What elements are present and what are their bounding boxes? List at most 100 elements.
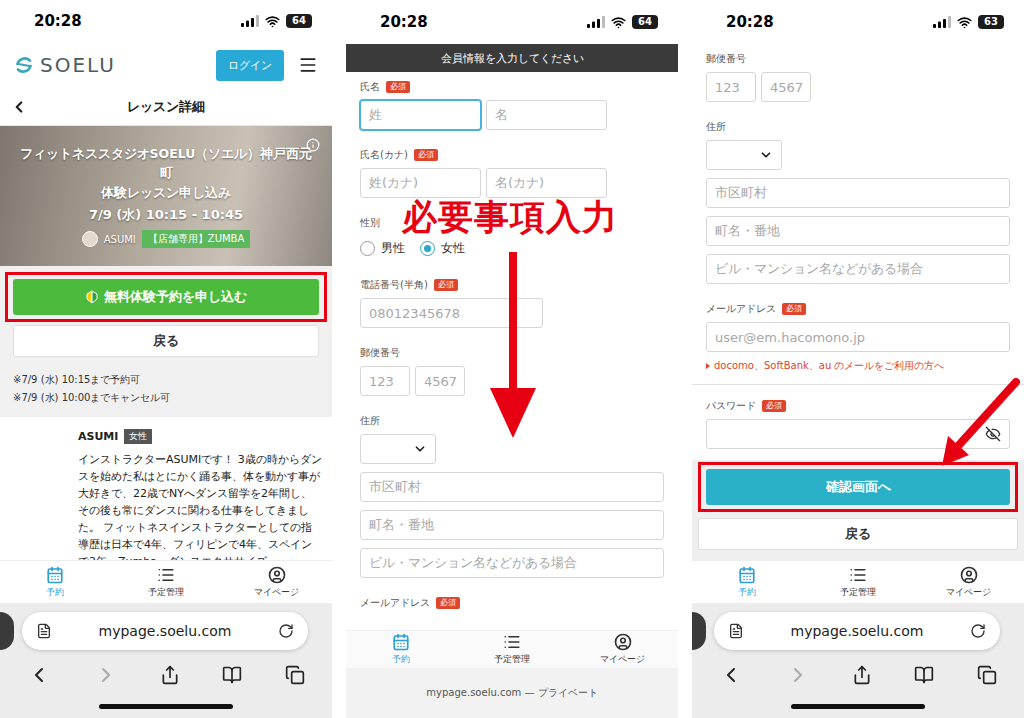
mail-note-link[interactable]: docomo、SoftBank、au のメールをご利用の方へ: [706, 358, 1010, 374]
text-input[interactable]: user@em.hacomono.jp: [706, 322, 1010, 352]
tab-item[interactable]: 予約: [692, 561, 803, 603]
required-badge: 必須: [434, 279, 458, 291]
text-input[interactable]: 町名・番地: [706, 216, 1010, 246]
text-input[interactable]: 町名・番地: [360, 510, 664, 540]
site-header: SOELU ログイン: [0, 42, 332, 88]
reserve-button[interactable]: 無料体験予約を申し込む: [13, 279, 319, 315]
tab-item[interactable]: マイページ: [567, 631, 678, 668]
wifi-icon: [611, 15, 626, 30]
back-icon: [27, 663, 51, 687]
list-icon: [503, 633, 521, 651]
field-label: 氏名必須: [360, 80, 664, 94]
form-field: メールアドレス必須user@em.hacomono.jpdocomo、SoftB…: [692, 294, 1024, 385]
calendar-icon: [46, 566, 64, 584]
user-icon: [268, 566, 286, 584]
tab-item[interactable]: 予定管理: [111, 561, 222, 603]
tab-item[interactable]: マイページ: [913, 561, 1024, 603]
tab-item[interactable]: 予定管理: [803, 561, 914, 603]
page-icon: [36, 623, 52, 639]
previous-tab: [0, 612, 14, 650]
profile-bio: インストラクターASUMIです！ 3歳の時からダンスを始めた私はとにかく踊る事、…: [78, 451, 322, 560]
form-field: メールアドレス必須: [360, 588, 664, 620]
calendar-icon: [392, 633, 410, 651]
beginner-mark-icon: [86, 290, 98, 304]
chevron-down-icon: [759, 148, 773, 162]
text-input[interactable]: ビル・マンション名などがある場合: [706, 254, 1010, 284]
text-input[interactable]: 123: [360, 366, 410, 396]
tab-item[interactable]: 予定管理: [457, 631, 568, 668]
forward-icon: [786, 663, 810, 687]
home-indicator: [791, 704, 925, 709]
back-button[interactable]: 戻る: [698, 518, 1018, 550]
user-icon: [960, 566, 978, 584]
highlight-frame: 無料体験予約を申し込む: [5, 272, 327, 322]
tab-bar: 予約予定管理マイページ: [0, 560, 332, 603]
text-input[interactable]: 市区町村: [360, 472, 664, 502]
lesson-hero: フィットネススタジオSOELU（ソエル）神戸西元町体験レッスン申し込み7/9 (…: [0, 126, 332, 266]
tab-item[interactable]: マイページ: [221, 561, 332, 603]
info-icon[interactable]: [306, 138, 320, 152]
radio-option[interactable]: 女性: [420, 240, 465, 257]
radio-button[interactable]: [360, 241, 375, 256]
login-button[interactable]: ログイン: [216, 50, 284, 81]
radio-option[interactable]: 男性: [360, 240, 405, 257]
form-field: 郵便番号1234567: [706, 44, 1010, 112]
clock: 20:28: [380, 13, 428, 31]
lesson-date: 7/9 (水) 10:15 - 10:45: [89, 206, 243, 224]
reload-icon: [970, 623, 986, 639]
text-input[interactable]: 姓(カナ): [360, 168, 481, 198]
browser-toolbar: [692, 655, 1024, 695]
instructor-profile: ASUMI女性インストラクターASUMIです！ 3歳の時からダンスを始めた私はと…: [0, 417, 332, 560]
previous-tab: [692, 612, 706, 650]
bookmarks-icon: [914, 665, 934, 685]
list-icon: [849, 566, 867, 584]
required-badge: 必須: [762, 400, 786, 412]
text-input[interactable]: 4567: [761, 72, 811, 102]
back-button[interactable]: 戻る: [13, 325, 319, 357]
back-chevron-icon[interactable]: [10, 98, 28, 116]
text-input[interactable]: 姓: [360, 100, 481, 130]
text-input[interactable]: ビル・マンション名などがある場合: [360, 548, 664, 578]
share-icon: [160, 665, 180, 685]
page-title: レッスン詳細: [40, 98, 292, 116]
down-arrow-icon: [490, 252, 536, 438]
address-bar[interactable]: mypage.soelu.com: [714, 612, 1000, 650]
browser-bar: mypage.soelu.com: [692, 603, 1024, 718]
field-label: メールアドレス必須: [360, 596, 664, 610]
form-field: 住所市区町村町名・番地ビル・マンション名などがある場合: [706, 112, 1010, 294]
lesson-tag: 【店舗専用】ZUMBA: [142, 230, 251, 248]
menu-icon[interactable]: [298, 55, 318, 75]
battery-icon: 63: [978, 15, 1004, 29]
status-bar: 20:28 64: [346, 0, 678, 44]
annotation-text: 必要事項入力: [402, 194, 618, 241]
wifi-icon: [957, 15, 972, 30]
status-bar: 20:2863: [692, 0, 1024, 44]
text-input[interactable]: 市区町村: [706, 178, 1010, 208]
text-input[interactable]: 名: [486, 100, 607, 130]
nav-row: レッスン詳細: [0, 88, 332, 126]
logo[interactable]: SOELU: [14, 53, 116, 77]
field-label: 氏名(カナ)必須: [360, 148, 664, 162]
tab-item[interactable]: 予約: [0, 561, 111, 603]
eye-off-icon[interactable]: [985, 426, 1001, 442]
profile-name: ASUMI: [78, 430, 118, 443]
field-label: パスワード必須: [706, 399, 1010, 413]
text-input[interactable]: 名(カナ): [486, 168, 607, 198]
required-badge: 必須: [386, 81, 410, 93]
form-field: 氏名必須姓名: [360, 72, 664, 140]
required-badge: 必須: [782, 303, 806, 315]
phone-screen: 20:2863郵便番号1234567住所市区町村町名・番地ビル・マンション名など…: [692, 0, 1024, 718]
address-bar[interactable]: mypage.soelu.com: [22, 612, 308, 650]
prefecture-select[interactable]: [706, 140, 782, 170]
highlight-frame: 確認画面へ: [698, 462, 1018, 512]
tab-item[interactable]: 予約: [346, 631, 457, 668]
radio-button[interactable]: [420, 241, 435, 256]
text-input[interactable]: 123: [706, 72, 756, 102]
home-indicator: [99, 704, 233, 709]
prefecture-select[interactable]: [360, 434, 436, 464]
confirm-button[interactable]: 確認画面へ: [706, 469, 1010, 505]
tab-bar: 予約予定管理マイページ: [692, 560, 1024, 603]
battery-icon: 64: [632, 15, 658, 29]
diagonal-arrow-icon: [932, 378, 1022, 470]
text-input[interactable]: 4567: [415, 366, 465, 396]
